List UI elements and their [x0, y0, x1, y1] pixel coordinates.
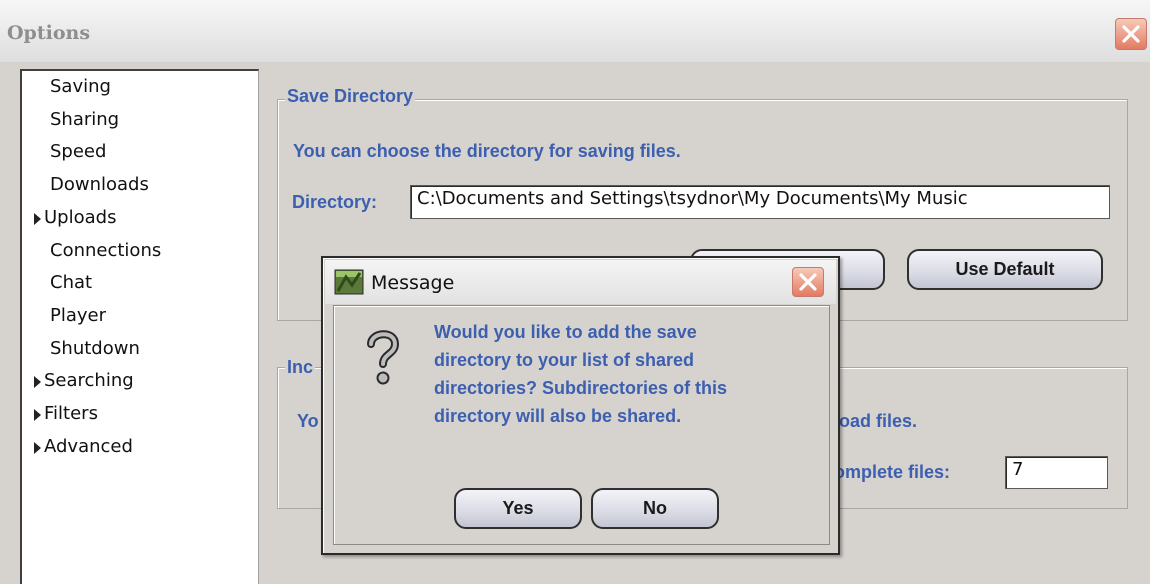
- sidebar-item-speed[interactable]: Speed: [22, 141, 258, 173]
- no-button[interactable]: No: [591, 488, 719, 529]
- expand-arrow-icon[interactable]: [34, 212, 41, 225]
- sidebar-item-label: Player: [50, 304, 107, 326]
- dialog-title: Message: [371, 272, 455, 294]
- options-sidebar: Saving Sharing Speed Downloads Uploads Connec…: [20, 69, 259, 584]
- directory-label: Directory:: [292, 192, 378, 212]
- dialog-titlebar: Message: [325, 260, 836, 304]
- sidebar-item-label: Speed: [50, 141, 107, 163]
- window-titlebar: Options: [0, 0, 1150, 62]
- sidebar-item-label: Searching: [44, 370, 134, 392]
- app-icon: [334, 269, 364, 295]
- incomplete-days-input[interactable]: 7: [1005, 456, 1108, 489]
- sidebar-item-label: Chat: [50, 272, 93, 294]
- yes-button[interactable]: Yes: [454, 488, 582, 529]
- window-close-button[interactable]: [1115, 18, 1147, 50]
- dialog-message-line: directory will also be shared.: [434, 406, 682, 426]
- sidebar-item-downloads[interactable]: Downloads: [22, 174, 258, 206]
- save-directory-description: You can choose the directory for saving …: [293, 141, 681, 161]
- dialog-message: Would you like to add the save directory…: [434, 318, 824, 430]
- dialog-message-line: directory to your list of shared: [434, 350, 695, 370]
- incomplete-field-label: omplete files:: [834, 462, 951, 482]
- sidebar-item-label: Uploads: [44, 206, 117, 228]
- window-title: Options: [7, 22, 91, 44]
- sidebar-item-chat[interactable]: Chat: [22, 272, 258, 304]
- sidebar-item-shutdown[interactable]: Shutdown: [22, 338, 258, 370]
- dialog-content: Would you like to add the save directory…: [333, 305, 830, 545]
- sidebar-item-uploads[interactable]: Uploads: [22, 207, 258, 239]
- sidebar-item-saving[interactable]: Saving: [22, 76, 258, 108]
- close-icon: [799, 273, 817, 291]
- use-default-button[interactable]: Use Default: [907, 249, 1103, 290]
- sidebar-item-label: Sharing: [50, 108, 120, 130]
- incomplete-description-left: Yo: [297, 411, 319, 431]
- sidebar-item-label: Advanced: [44, 435, 133, 457]
- expand-arrow-icon[interactable]: [34, 376, 41, 389]
- sidebar-item-label: Saving: [50, 76, 111, 97]
- close-icon: [1122, 25, 1140, 43]
- sidebar-item-label: Shutdown: [50, 337, 140, 359]
- sidebar-item-label: Filters: [44, 403, 98, 424]
- sidebar-item-label: Connections: [50, 239, 162, 261]
- directory-input[interactable]: C:\Documents and Settings\tsydnor\My Doc…: [410, 185, 1110, 219]
- incomplete-description-right: load files.: [834, 411, 918, 431]
- sidebar-item-filters[interactable]: Filters: [22, 403, 258, 435]
- sidebar-item-player[interactable]: Player: [22, 305, 258, 337]
- incomplete-group-title: Inc: [285, 357, 316, 378]
- expand-arrow-icon[interactable]: [34, 441, 41, 454]
- dialog-close-button[interactable]: [792, 267, 824, 297]
- sidebar-item-label: Downloads: [50, 174, 149, 196]
- dialog-message-line: directories? Subdirectories of this: [434, 378, 728, 398]
- message-dialog: Message Would you like to add the save d…: [321, 256, 840, 555]
- sidebar-item-sharing[interactable]: Sharing: [22, 109, 258, 141]
- sidebar-item-searching[interactable]: Searching: [22, 370, 258, 402]
- sidebar-item-advanced[interactable]: Advanced: [22, 436, 258, 468]
- sidebar-item-connections[interactable]: Connections: [22, 240, 258, 272]
- question-icon: [367, 330, 400, 385]
- dialog-message-line: Would you like to add the save: [434, 322, 697, 342]
- expand-arrow-icon[interactable]: [34, 409, 41, 421]
- save-directory-group-title: Save Directory: [285, 86, 416, 107]
